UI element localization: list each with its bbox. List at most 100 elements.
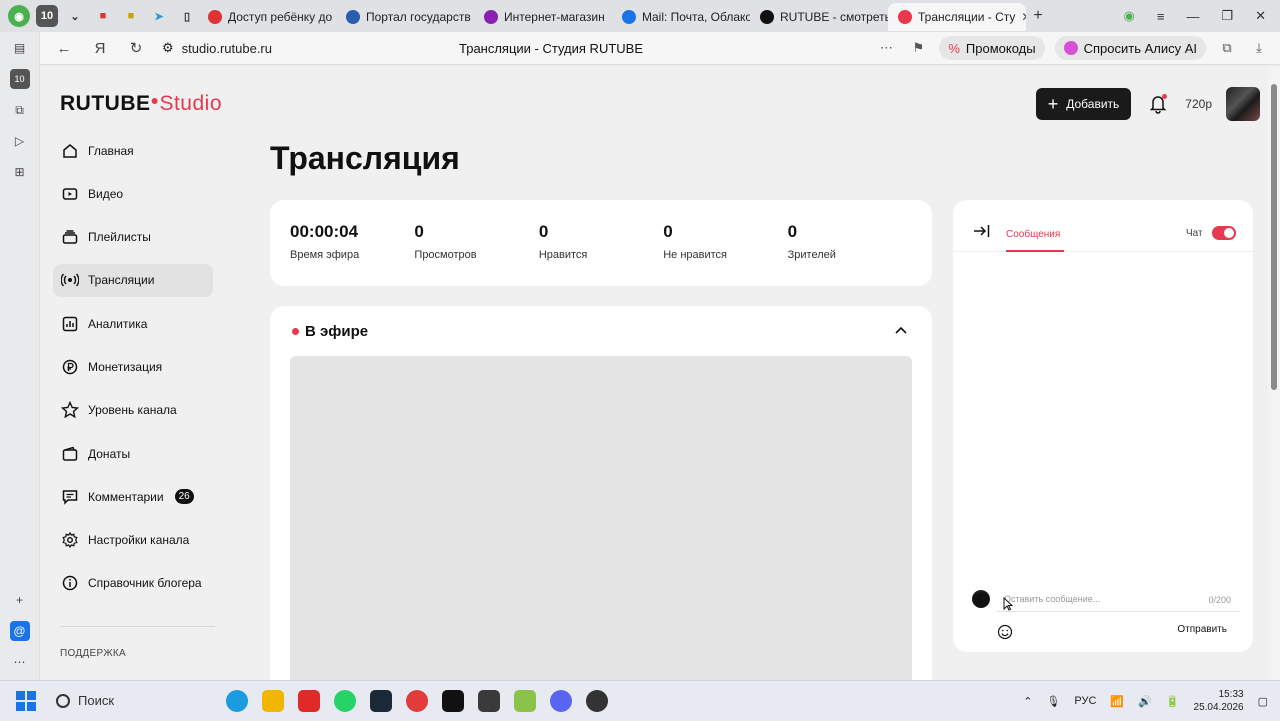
stream-stats-card: 00:00:04Время эфира 0Просмотров 0Нравитс…: [270, 200, 932, 286]
sidebar-item-video[interactable]: Видео: [53, 177, 213, 210]
promo-button[interactable]: %Промокоды: [939, 36, 1044, 60]
site-info-icon[interactable]: ⚙: [162, 40, 174, 56]
taskbar-search[interactable]: Поиск: [56, 686, 166, 716]
tab-count-icon[interactable]: 10: [36, 5, 58, 27]
reader-icon[interactable]: ▤: [10, 38, 30, 58]
menu-icon[interactable]: ≡: [1157, 9, 1165, 24]
chat-header: Сообщения Чат: [953, 200, 1253, 252]
sidebar-item-home[interactable]: Главная: [53, 134, 213, 167]
emoji-icon[interactable]: [997, 624, 1013, 645]
browser-tab[interactable]: RUTUBE - смотреть: [750, 3, 888, 31]
app-l-icon[interactable]: [298, 690, 320, 712]
sidebar-item-analytics[interactable]: Аналитика: [53, 307, 213, 340]
windows-start-icon[interactable]: [16, 691, 36, 711]
globe-icon[interactable]: ◉: [1124, 8, 1135, 24]
close-window-icon[interactable]: ✕: [1255, 8, 1266, 24]
browser-tab-strip: ◉ 10 ⌄ ■ ■ ➤ ▯ Доступ ребёнку до Портал …: [0, 0, 1280, 32]
live-label: В эфире: [305, 323, 368, 340]
send-button[interactable]: Отправить: [1177, 624, 1227, 635]
new-tab-icon[interactable]: +: [1026, 7, 1050, 25]
battery-icon[interactable]: 🔋: [1166, 695, 1180, 708]
video-player[interactable]: [290, 356, 912, 680]
alice-icon: [1064, 41, 1078, 55]
more-icon[interactable]: ⋯: [10, 652, 30, 672]
gear-icon: [61, 531, 79, 549]
play-circle-icon[interactable]: ▷: [10, 131, 30, 151]
header-actions: +Добавить 720p: [1036, 87, 1260, 121]
notifications-icon[interactable]: ▢: [1258, 695, 1268, 708]
language-indicator[interactable]: РУС: [1074, 695, 1096, 707]
edge-icon[interactable]: [226, 690, 248, 712]
avatar[interactable]: [1226, 87, 1260, 121]
sidebar-item-channel-settings[interactable]: Настройки канала: [53, 524, 213, 557]
tab-count-icon[interactable]: 10: [10, 69, 30, 89]
page-scrollbar[interactable]: [1268, 66, 1280, 680]
document-icon[interactable]: ▯: [176, 5, 198, 27]
collections-icon[interactable]: ⧉: [10, 100, 30, 120]
browser-tab[interactable]: Mail: Почта, Облако: [612, 3, 750, 31]
taskbar-apps: [226, 690, 608, 712]
folder-icon[interactable]: [262, 690, 284, 712]
terminal-icon[interactable]: [442, 690, 464, 712]
telegram-icon[interactable]: ➤: [148, 5, 170, 27]
sidebar-item-playlists[interactable]: Плейлисты: [53, 221, 213, 254]
extensions-icon[interactable]: ⧉: [1216, 40, 1238, 56]
download-icon[interactable]: ⤓: [1248, 40, 1270, 56]
stat-value: 00:00:04: [290, 222, 414, 242]
reload-icon[interactable]: ↻: [122, 39, 150, 57]
minimize-icon[interactable]: —: [1186, 9, 1199, 24]
whatsapp-icon[interactable]: [334, 690, 356, 712]
discord-icon[interactable]: [550, 690, 572, 712]
scrollbar-thumb[interactable]: [1271, 84, 1277, 390]
clock[interactable]: 15:3325.04.2026: [1194, 688, 1244, 714]
sidebar-item-monetization[interactable]: Монетизация: [53, 350, 213, 383]
bookmark-icon[interactable]: ⚑: [907, 40, 929, 56]
browser-tab[interactable]: Портал государств: [336, 3, 474, 31]
pinned-tab-icon[interactable]: ■: [92, 5, 114, 27]
address-bar: ← Я ↻ ⚙ studio.rutube.ru Трансляции - Ст…: [0, 32, 1280, 65]
app-icon[interactable]: [514, 690, 536, 712]
alice-label: Спросить Алису AI: [1084, 41, 1197, 56]
back-icon[interactable]: ←: [50, 40, 78, 57]
stat-viewers: 0Зрителей: [788, 222, 912, 286]
stat-value: 0: [414, 222, 538, 242]
sidebar-item-broadcasts[interactable]: Трансляции: [53, 264, 213, 297]
restore-icon[interactable]: ❐: [1221, 8, 1233, 24]
mail-icon[interactable]: @: [10, 621, 30, 641]
stat-label: Время эфира: [290, 249, 414, 261]
steam-icon[interactable]: [370, 690, 392, 712]
wifi-icon[interactable]: 📶: [1110, 695, 1124, 708]
url-field[interactable]: ⚙ studio.rutube.ru: [162, 40, 272, 56]
browser-tab[interactable]: Интернет-магазин: [474, 3, 612, 31]
profile-icon[interactable]: ◉: [8, 5, 30, 27]
quality-label[interactable]: 720p: [1185, 97, 1212, 111]
add-panel-icon[interactable]: +: [10, 590, 30, 610]
yandex-icon[interactable]: Я: [86, 40, 114, 57]
chat-toggle[interactable]: [1212, 226, 1236, 240]
rutube-studio-logo[interactable]: RUTUBE●Studio: [60, 92, 222, 116]
chevron-down-icon[interactable]: ⌄: [64, 5, 86, 27]
app-icon[interactable]: [478, 690, 500, 712]
browser-tab-active[interactable]: Трансляции - Сту✕: [888, 3, 1026, 31]
yandex-browser-icon[interactable]: [406, 690, 428, 712]
tab-messages[interactable]: Сообщения: [1006, 229, 1060, 240]
chevron-up-icon[interactable]: ⌃: [1023, 695, 1032, 708]
sidebar-item-channel-level[interactable]: Уровень канала: [53, 394, 213, 427]
star-icon: [61, 401, 79, 419]
sidebar-item-donations[interactable]: Донаты: [53, 437, 213, 470]
sidebar-item-blogger-guide[interactable]: Справочник блогера: [53, 567, 213, 600]
obs-icon[interactable]: [586, 690, 608, 712]
alice-button[interactable]: Спросить Алису AI: [1055, 36, 1206, 60]
browser-tab[interactable]: Доступ ребёнку до: [198, 3, 336, 31]
microphone-icon[interactable]: 🎙: [1046, 695, 1060, 708]
sidebar-item-comments[interactable]: Комментарии 26: [53, 480, 213, 513]
chat-message-input[interactable]: Оставить сообщение...: [996, 586, 1240, 612]
collapse-panel-icon[interactable]: [973, 223, 991, 244]
more-icon[interactable]: ⋯: [875, 40, 897, 56]
apps-grid-icon[interactable]: ⊞: [10, 162, 30, 182]
volume-icon[interactable]: 🔊: [1138, 695, 1152, 708]
pinned-tab-icon[interactable]: ■: [120, 5, 142, 27]
notifications-button[interactable]: [1145, 91, 1171, 117]
chevron-up-icon[interactable]: [894, 322, 908, 340]
add-button[interactable]: +Добавить: [1036, 88, 1132, 120]
